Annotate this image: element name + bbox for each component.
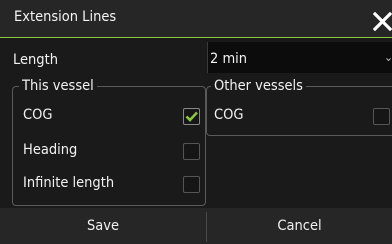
other-vessels-cog-label: COG: [214, 107, 244, 123]
dialog-content: Length 2 min ⌄ This vessel COG Heading I…: [0, 38, 392, 208]
this-vessel-group: This vessel COG Heading Infinite length: [12, 77, 206, 206]
other-vessels-group: Other vessels COG: [206, 77, 392, 136]
other-vessels-legend: Other vessels: [211, 77, 306, 95]
this-vessel-infinite-length-checkbox[interactable]: [183, 176, 200, 193]
this-vessel-cog-label: COG: [23, 107, 53, 123]
close-button[interactable]: [372, 11, 392, 32]
this-vessel-heading-checkbox[interactable]: [183, 143, 200, 160]
cancel-button[interactable]: Cancel: [207, 208, 392, 244]
this-vessel-heading-label: Heading: [23, 142, 78, 158]
this-vessel-infinite-length-label: Infinite length: [23, 175, 115, 191]
length-label: Length: [13, 52, 58, 68]
dialog-titlebar: Extension Lines: [0, 0, 392, 38]
length-dropdown[interactable]: 2 min ⌄: [207, 42, 392, 73]
close-x-icon: [372, 11, 392, 32]
dialog-footer: Save Cancel: [0, 208, 392, 244]
dropdown-arrow-icon: ⌄: [383, 50, 392, 64]
this-vessel-cog-checkbox[interactable]: [183, 108, 200, 125]
length-value: 2 min: [210, 51, 248, 67]
other-vessels-cog-checkbox[interactable]: [373, 108, 390, 125]
dialog-title: Extension Lines: [14, 9, 117, 25]
this-vessel-legend: This vessel: [19, 77, 97, 95]
save-button[interactable]: Save: [0, 208, 206, 244]
checkmark-icon: [185, 111, 198, 122]
